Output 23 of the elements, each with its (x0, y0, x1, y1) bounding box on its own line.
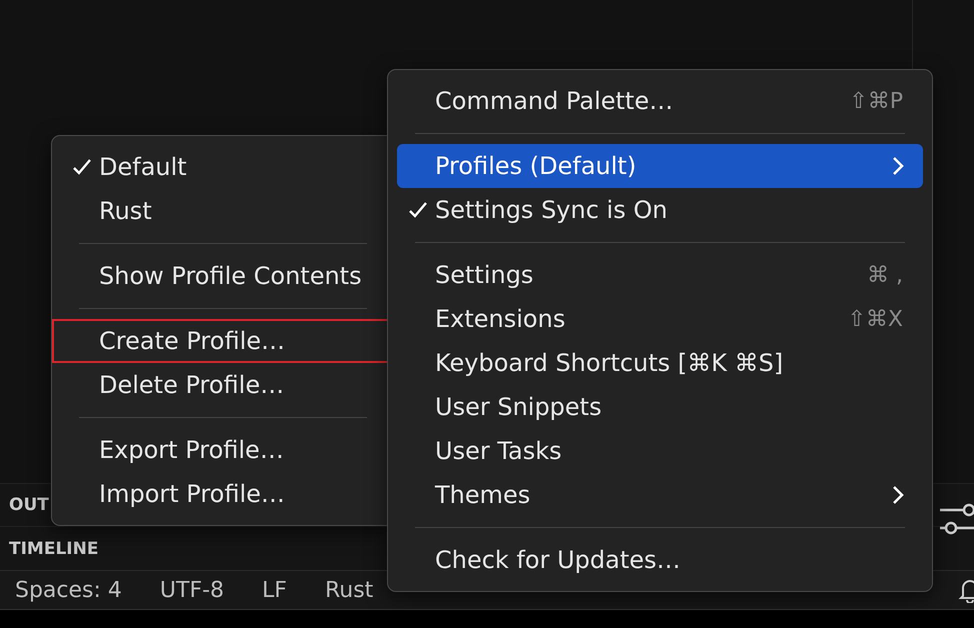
status-item[interactable]: UTF-8 (160, 578, 224, 603)
menu-item[interactable]: Command Palette… ⇧⌘P (397, 79, 923, 123)
check-icon (408, 201, 428, 219)
status-item[interactable]: Spaces: 4 (15, 578, 122, 603)
check-icon (72, 158, 92, 176)
menu-item[interactable]: Themes (397, 473, 923, 517)
menu-item[interactable]: Check for Updates… (397, 538, 923, 582)
menu-item[interactable]: Import Profile… (61, 472, 385, 516)
menu-item[interactable]: Export Profile… (61, 428, 385, 472)
menu-item[interactable]: Show Profile Contents (61, 254, 385, 298)
status-item[interactable]: Rust (324, 578, 374, 603)
shortcut-text: ⇧⌘P (849, 88, 903, 114)
menu-item[interactable]: Settings ⌘ , (397, 253, 923, 297)
menu-item[interactable]: Profiles (Default) (397, 144, 923, 188)
menu-item[interactable]: Delete Profile… (61, 363, 385, 407)
shortcut-text: ⌘ , (867, 262, 903, 288)
menu-item[interactable]: Rust (61, 189, 385, 233)
shortcut-text: ⇧⌘X (847, 306, 903, 332)
menu-item[interactable]: Settings Sync is On (397, 188, 923, 232)
menu-item[interactable]: User Tasks (397, 429, 923, 473)
menu-item[interactable]: User Snippets (397, 385, 923, 429)
status-item[interactable]: LF (262, 578, 287, 603)
menu-item[interactable]: Default (61, 145, 385, 189)
